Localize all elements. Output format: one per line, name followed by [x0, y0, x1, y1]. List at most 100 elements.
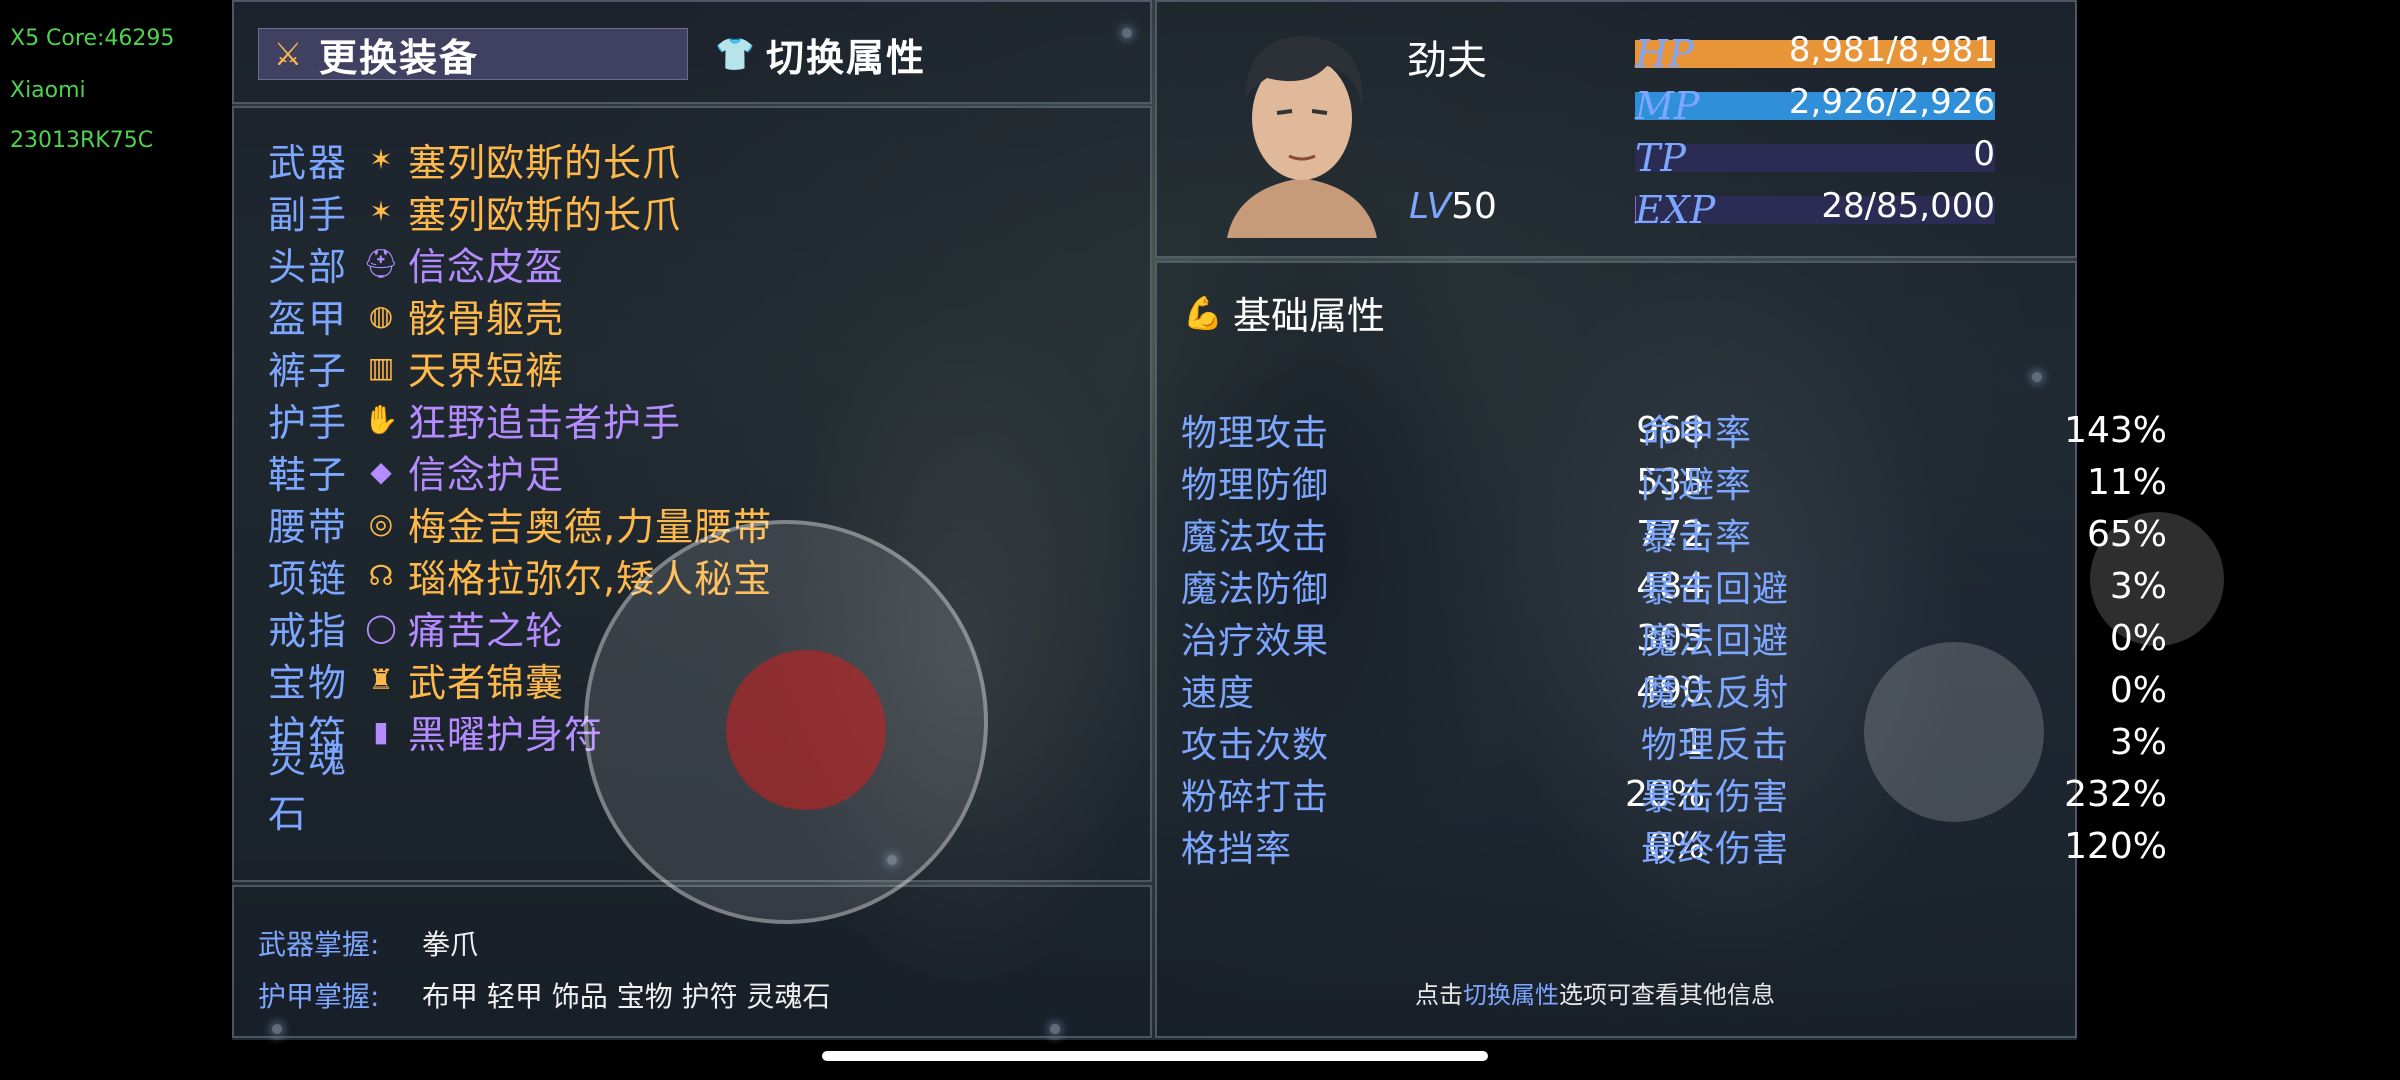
equipment-item-name: 骸骨躯壳 [408, 296, 565, 341]
attribute-name: 治疗效果 [1181, 621, 1330, 662]
attribute-name: 速度 [1181, 673, 1256, 714]
equipment-item-icon: ✋ [363, 402, 399, 436]
weapon-mastery-label: 武器掌握: [258, 928, 380, 961]
attribute-row: 魔法防御 484 [1181, 561, 1705, 611]
attribute-name: 暴击回避 [1641, 569, 1790, 610]
attribute-name: 攻击次数 [1181, 725, 1330, 766]
equipment-slot-row[interactable]: 头部 ⛑ 信念皮盔 [268, 238, 565, 289]
hint-text: 点击切换属性选项可查看其他信息 [1415, 975, 1775, 1010]
equipment-slot-label: 护手 [268, 400, 349, 445]
equipment-slot-label: 戒指 [268, 608, 349, 653]
status-bar-label: EXP [1635, 188, 1716, 232]
equipment-item-icon: ☊ [368, 558, 394, 592]
equipment-slot-label: 裤子 [268, 348, 349, 393]
attribute-name: 物理防御 [1181, 465, 1330, 506]
tab-change-equipment[interactable]: ⚔ 更换装备 [258, 28, 688, 80]
mastery-panel: 武器掌握: 拳爪 护甲掌握: 布甲 轻甲 饰品 宝物 护符 灵魂石 [232, 885, 1152, 1038]
status-bar-label: HP [1635, 32, 1694, 76]
joystick-knob[interactable] [726, 650, 886, 810]
equipment-slot-label: 副手 [268, 192, 349, 237]
character-panel: 劲夫 LV50 HP 8,981/8,981 MP 2,926/2,926 TP 0 EXP… [1155, 0, 2077, 258]
equipment-slot-row[interactable]: 副手 ✶ 塞列欧斯的长爪 [268, 186, 682, 237]
status-bar: EXP 28/85,000 [1635, 186, 1995, 232]
equipment-slot-label: 灵魂石 [268, 737, 349, 836]
attribute-row: 物理攻击 968 [1181, 405, 1705, 455]
armor-mastery-row: 护甲掌握: 布甲 轻甲 饰品 宝物 护符 灵魂石 [258, 975, 831, 1015]
equipment-slot-row[interactable]: 盔甲 ◍ 骸骨躯壳 [268, 290, 565, 341]
attribute-row: 格挡率 0% [1181, 821, 1705, 871]
status-bar-value: 28/85,000 [1821, 186, 1995, 226]
tab-switch-attributes[interactable]: 👕 切换属性 [714, 28, 926, 80]
level-key: LV [1409, 186, 1452, 227]
equipment-tab-icon: ⚔ [273, 35, 305, 73]
attribute-name: 暴击伤害 [1641, 777, 1790, 818]
equipment-slot-row[interactable]: 宝物 ♜ 武者锦囊 [268, 654, 565, 705]
tab-change-equipment-label: 更换装备 [319, 35, 480, 80]
equipment-item-icon: ✶ [369, 142, 393, 176]
attribute-name: 粉碎打击 [1181, 777, 1330, 818]
device-brand-label: Xiaomi [10, 78, 86, 103]
equipment-item-name: 武者锦囊 [408, 660, 565, 705]
attribute-value: 0% [2109, 669, 2167, 711]
attribute-row: 粉碎打击 20% [1181, 769, 1705, 819]
attribute-row: 暴击率 65% [1641, 509, 2167, 559]
equipment-slot-label: 腰带 [268, 504, 349, 549]
armor-mastery-value: 布甲 轻甲 饰品 宝物 护符 灵魂石 [422, 980, 831, 1013]
attribute-row: 魔法回避 0% [1641, 613, 2167, 663]
equipment-item-icon: ◎ [368, 506, 394, 540]
attribute-name: 魔法攻击 [1181, 517, 1330, 558]
equipment-slot-row[interactable]: 护手 ✋ 狂野追击者护手 [268, 394, 681, 445]
attribute-value: 11% [2086, 461, 2167, 503]
status-bar: HP 8,981/8,981 [1635, 30, 1995, 76]
attribute-row: 攻击次数 1 [1181, 717, 1705, 767]
attribute-row: 命中率 143% [1641, 405, 2167, 455]
equipment-item-name: 信念皮盔 [408, 244, 565, 289]
action-button-a[interactable] [1864, 642, 2044, 822]
status-bar-value: 0 [1973, 134, 1995, 174]
equipment-item-icon: ✶ [369, 194, 393, 228]
equipment-slot-row[interactable]: 灵魂石 [268, 737, 360, 836]
equipment-item-name: 痛苦之轮 [408, 608, 565, 653]
attribute-value: 3% [2109, 721, 2167, 763]
hint-highlight: 切换属性 [1463, 981, 1559, 1009]
equip-header-panel: ⚔ 更换装备 👕 切换属性 [232, 0, 1152, 104]
status-bar-value: 8,981/8,981 [1788, 30, 1995, 70]
attribute-name: 闪避率 [1641, 465, 1753, 506]
equipment-slot-row[interactable]: 戒指 ◯ 痛苦之轮 [268, 602, 565, 653]
home-indicator[interactable] [822, 1051, 1488, 1061]
equipment-item-icon: ◯ [365, 610, 397, 644]
attribute-value: 120% [2064, 825, 2167, 867]
equipment-item-name: 塞列欧斯的长爪 [408, 192, 682, 237]
equipment-slot-label: 盔甲 [268, 296, 349, 341]
action-button-b[interactable] [2090, 512, 2224, 646]
equipment-slot-row[interactable]: 鞋子 ◆ 信念护足 [268, 446, 564, 497]
device-model-label: 23013RK75C [10, 128, 154, 153]
equipment-slot-row[interactable]: 裤子 ▥ 天界短裤 [268, 342, 565, 393]
status-bar: MP 2,926/2,926 [1635, 82, 1995, 128]
attribute-row: 魔法攻击 772 [1181, 509, 1705, 559]
hint-pre: 点击 [1415, 981, 1463, 1009]
base-attributes-title: 基础属性 [1233, 294, 1386, 338]
equipment-item-icon: ⛑ [363, 246, 399, 280]
attribute-row: 闪避率 11% [1641, 457, 2167, 507]
status-bar-label: MP [1635, 84, 1700, 128]
game-screen: ⚔ 更换装备 👕 切换属性 武器 ✶ 塞列欧斯的长爪 副手 ✶ 塞列欧斯的长爪 头部 ⛑ 信念皮… [232, 0, 2224, 1040]
character-level: LV50 [1409, 186, 1497, 227]
status-bar-label: TP [1635, 136, 1686, 180]
status-bar-value: 2,926/2,926 [1788, 82, 1995, 122]
equipment-slot-row[interactable]: 武器 ✶ 塞列欧斯的长爪 [268, 134, 681, 185]
attribute-name: 物理攻击 [1181, 413, 1330, 454]
attribute-value: 232% [2064, 773, 2167, 815]
equipment-item-icon: ◆ [370, 454, 392, 488]
equipment-item-icon: ▥ [367, 350, 395, 384]
attribute-value: 143% [2064, 409, 2167, 451]
equipment-slot-label: 鞋子 [268, 452, 349, 497]
weapon-mastery-value: 拳爪 [422, 928, 479, 961]
attribute-name: 魔法反射 [1641, 673, 1790, 714]
character-portrait [1207, 18, 1397, 238]
equipment-slot-label: 项链 [268, 556, 349, 601]
attribute-row: 速度 490 [1181, 665, 1705, 715]
equipment-slot-label: 宝物 [268, 660, 349, 705]
equipment-item-icon: ▮ [373, 714, 389, 748]
equipment-item-name: 天界短裤 [408, 348, 565, 393]
